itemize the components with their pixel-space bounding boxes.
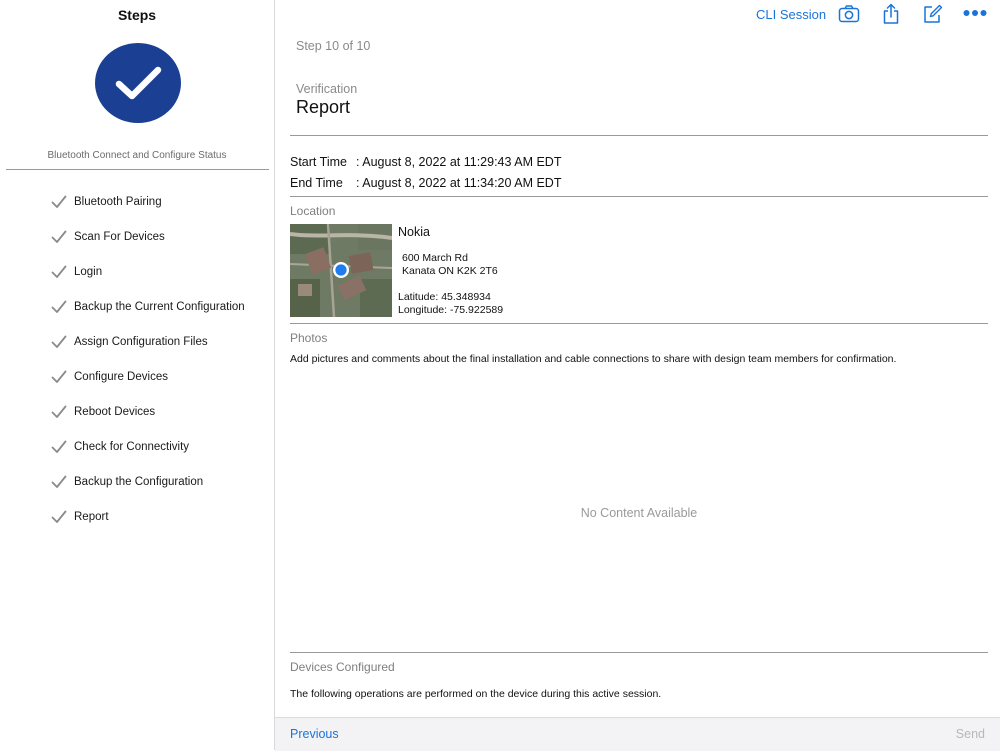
checkmark-icon [51, 370, 67, 383]
step-item-scan-for-devices[interactable]: Scan For Devices [0, 219, 274, 254]
divider [290, 135, 988, 136]
step-item-login[interactable]: Login [0, 254, 274, 289]
step-label: Bluetooth Pairing [74, 195, 162, 208]
step-label: Report [74, 511, 109, 524]
step-label: Configure Devices [74, 371, 168, 384]
checkmark-icon [51, 195, 67, 208]
checkmark-icon [51, 335, 67, 348]
sidebar-divider [6, 169, 269, 170]
photos-description: Add pictures and comments about the fina… [290, 353, 897, 365]
checkmark-icon [51, 405, 67, 419]
start-time-row: Start Time : August 8, 2022 at 11:29:43 A… [290, 155, 561, 169]
bottom-toolbar: Previous Send [275, 717, 1000, 751]
step-item-backup-current-configuration[interactable]: Backup the Current Configuration [0, 289, 274, 324]
address-line-2: Kanata ON K2K 2T6 [402, 265, 498, 277]
step-label: Assign Configuration Files [74, 335, 208, 348]
steps-list: Bluetooth Pairing Scan For Devices Login… [0, 184, 274, 535]
status-subtitle: Bluetooth Connect and Configure Status [47, 150, 227, 161]
start-time-label: Start Time [290, 155, 347, 169]
step-label: Check for Connectivity [74, 441, 190, 454]
step-item-report[interactable]: Report [0, 500, 274, 535]
previous-button[interactable]: Previous [290, 727, 339, 741]
steps-sidebar: Steps Bluetooth Connect and Configure St… [0, 0, 275, 750]
more-icon[interactable] [963, 9, 987, 17]
completed-check-icon [95, 43, 181, 123]
share-icon[interactable] [882, 3, 900, 25]
step-item-configure-devices[interactable]: Configure Devices [0, 359, 274, 394]
divider [290, 323, 988, 324]
step-label: Backup the Configuration [74, 476, 204, 489]
checkmark-icon [51, 265, 67, 278]
step-label: Scan For Devices [74, 230, 165, 243]
step-label: Backup the Current Configuration [74, 300, 245, 313]
section-kicker: Verification [296, 82, 358, 96]
end-time-row: End Time : August 8, 2022 at 11:34:20 AM … [290, 176, 561, 190]
checkmark-icon [51, 300, 67, 313]
step-item-check-for-connectivity[interactable]: Check for Connectivity [0, 430, 274, 465]
step-label: Login [74, 265, 103, 278]
compose-icon[interactable] [923, 4, 943, 24]
step-item-reboot-devices[interactable]: Reboot Devices [0, 395, 274, 430]
checkmark-icon [51, 475, 67, 489]
location-name: Nokia [398, 225, 430, 239]
divider [290, 652, 988, 653]
checkmark-icon [51, 510, 67, 524]
sidebar-title: Steps [117, 7, 157, 23]
step-counter: Step 10 of 10 [296, 39, 371, 53]
address-line-1: 600 March Rd [402, 252, 468, 264]
checkmark-icon [51, 440, 67, 454]
step-item-backup-configuration[interactable]: Backup the Configuration [0, 465, 274, 500]
devices-description: The following operations are performed o… [290, 688, 662, 700]
step-item-assign-configuration-files[interactable]: Assign Configuration Files [0, 324, 274, 359]
photos-empty-message: No Content Available [580, 506, 698, 520]
cli-session-button[interactable]: CLI Session [756, 7, 826, 22]
photos-section-label: Photos [290, 331, 328, 345]
longitude: Longitude: -75.922589 [398, 304, 504, 316]
report-panel: CLI Session Step 10 of 10 Verification R… [275, 0, 1000, 751]
start-time-value: : August 8, 2022 at 11:29:43 AM EDT [356, 155, 562, 169]
end-time-value: : August 8, 2022 at 11:34:20 AM EDT [356, 176, 562, 190]
send-button[interactable]: Send [956, 727, 985, 741]
end-time-label: End Time [290, 176, 343, 190]
step-item-bluetooth-pairing[interactable]: Bluetooth Pairing [0, 184, 274, 219]
checkmark-icon [51, 230, 67, 243]
latitude: Latitude: 45.348934 [398, 291, 491, 303]
divider [290, 196, 988, 197]
step-label: Reboot Devices [74, 406, 156, 419]
page-title: Report [296, 97, 351, 117]
camera-icon[interactable] [838, 4, 860, 24]
location-map[interactable] [290, 224, 392, 317]
devices-section-label: Devices Configured [290, 660, 395, 674]
location-section-label: Location [290, 204, 336, 218]
